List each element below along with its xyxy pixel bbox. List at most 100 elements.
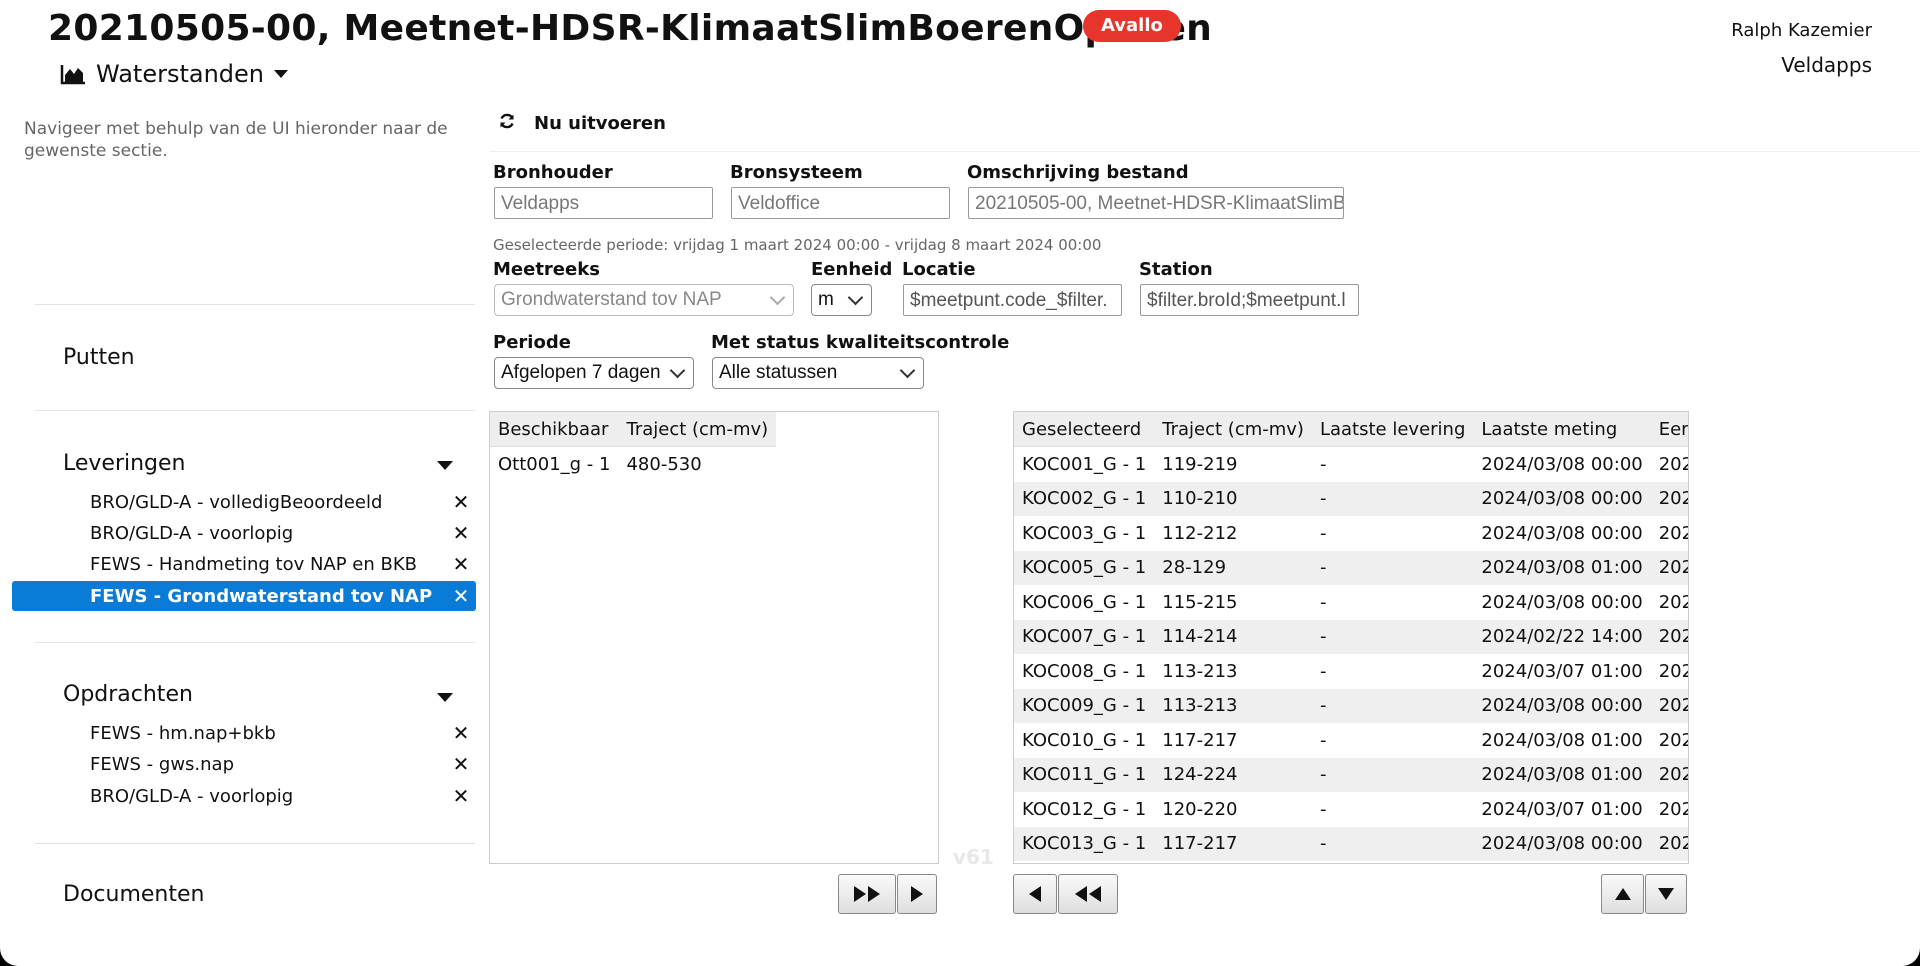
organization-name[interactable]: Veldapps — [1781, 53, 1872, 77]
table-cell: - — [1319, 729, 1327, 751]
table-row[interactable]: KOC007_G - 1114-214-2024/02/22 14:002023… — [1014, 619, 1688, 654]
play-right-icon — [911, 886, 923, 902]
module-dropdown[interactable]: Waterstanden — [60, 60, 288, 88]
section-putten[interactable]: Putten — [63, 345, 135, 370]
table-cell: 2024/03/07 01:00 — [1481, 660, 1643, 682]
bronsysteem-label: Bronsysteem — [730, 162, 863, 183]
table-cell: 124-224 — [1154, 757, 1312, 792]
table-cell: KOC002_G - 1 — [1014, 481, 1155, 516]
arrow-down-icon — [1658, 888, 1674, 900]
move-right-button[interactable] — [897, 874, 937, 914]
opdracht-item[interactable]: FEWS - gws.nap ✕ — [12, 749, 476, 779]
user-name[interactable]: Ralph Kazemier — [1731, 20, 1872, 41]
table-row[interactable]: KOC012_G - 1 120-220 - 2024/03/07 01:00 2023… — [1014, 792, 1688, 827]
table-row[interactable]: KOC010_G - 1 117-217 - 2024/03/08 01:00 2023… — [1014, 723, 1688, 758]
module-label: Waterstanden — [96, 60, 264, 88]
bronsysteem-field[interactable]: Veldoffice — [731, 187, 950, 219]
meetreeks-select[interactable]: Grondwaterstand tov NAP — [494, 284, 794, 316]
section-documenten[interactable]: Documenten — [63, 882, 204, 907]
levering-item-label: FEWS - Grondwaterstand tov NAP — [90, 585, 433, 607]
locatie-field[interactable]: $meetpunt.code_$filter. — [903, 284, 1122, 316]
table-row[interactable]: KOC005_G - 128-129-2024/03/08 01:002023/… — [1014, 550, 1688, 585]
table-cell: 2023/01/01 00:00 — [1658, 522, 1688, 544]
table-cell: KOC010_G - 1 — [1022, 729, 1147, 751]
bronhouder-field[interactable]: Veldapps — [494, 187, 713, 219]
section-opdrachten[interactable]: Opdrachten — [63, 682, 193, 707]
table-cell: - — [1319, 522, 1327, 544]
table-row[interactable]: KOC008_G - 1 113-213 - 2024/03/07 01:00 2023… — [1014, 654, 1688, 689]
column-header[interactable]: Geselecteerd — [1014, 412, 1155, 447]
table-cell: 2023/01/01 00:00 — [1650, 826, 1688, 861]
table-row[interactable]: KOC006_G - 1 115-215 - 2024/03/08 00:00 2023… — [1014, 585, 1688, 620]
table-row[interactable]: KOC001_G - 1 119-219 - 2024/03/08 00:00 2023… — [1014, 447, 1688, 482]
fast-forward-icon — [854, 886, 866, 902]
available-list[interactable]: Beschikbaar Traject (cm-mv) Ott001_g - 1… — [489, 411, 939, 864]
table-cell: 119-219 — [1162, 453, 1238, 475]
table-cell: 2024/03/08 01:00 — [1473, 550, 1651, 585]
levering-item[interactable]: BRO/GLD-A - voorlopig ✕ — [12, 518, 476, 548]
opdracht-item-label: FEWS - gws.nap — [90, 753, 234, 775]
table-cell: KOC007_G - 1 — [1014, 619, 1155, 654]
table-cell: KOC013_G - 1 — [1014, 826, 1155, 861]
table-cell: 2023/01/01 00:00 — [1658, 729, 1688, 751]
levering-item-selected[interactable]: FEWS - Grondwaterstand tov NAP ✕ — [12, 581, 476, 611]
opdracht-item-label: FEWS - hm.nap+bkb — [90, 722, 276, 744]
column-header[interactable]: Laatste levering — [1311, 412, 1474, 447]
section-leveringen[interactable]: Leveringen — [63, 451, 186, 476]
close-icon[interactable]: ✕ — [446, 752, 476, 776]
table-cell: - — [1311, 619, 1474, 654]
move-up-button[interactable] — [1601, 874, 1644, 914]
move-all-left-button[interactable] — [1058, 874, 1118, 914]
table-row[interactable]: KOC009_G - 1113-213-2024/03/08 00:002023… — [1014, 688, 1688, 723]
run-now-label: Nu uitvoeren — [534, 113, 666, 134]
close-icon[interactable]: ✕ — [446, 784, 476, 808]
table-cell: - — [1319, 591, 1327, 613]
table-row[interactable]: KOC011_G - 1124-224-2024/03/08 01:002023… — [1014, 757, 1688, 792]
status-select[interactable]: Alle statussen — [712, 357, 924, 389]
table-row[interactable]: KOC013_G - 1117-217-2024/03/08 00:002023… — [1014, 826, 1688, 861]
table-cell: 2024/03/08 01:00 — [1473, 757, 1651, 792]
table-cell: KOC008_G - 1 — [1022, 660, 1147, 682]
column-header[interactable]: Beschikbaar — [490, 412, 619, 447]
move-left-button[interactable] — [1013, 874, 1057, 914]
table-row[interactable]: KOC002_G - 1110-210-2024/03/08 00:002023… — [1014, 481, 1688, 516]
collapse-caret-icon[interactable] — [437, 693, 453, 702]
close-icon[interactable]: ✕ — [446, 721, 476, 745]
table-cell: 117-217 — [1154, 826, 1312, 861]
table-cell: 2024/03/08 01:00 — [1481, 729, 1643, 751]
column-header[interactable]: Traject (cm-mv) — [618, 412, 777, 447]
periode-value: Afgelopen 7 dagen — [501, 362, 661, 383]
periode-select[interactable]: Afgelopen 7 dagen — [494, 357, 694, 389]
omschrijving-field[interactable]: 20210505-00, Meetnet-HDSR-KlimaatSlimBoe… — [968, 187, 1344, 219]
meetreeks-label: Meetreeks — [493, 259, 600, 280]
run-now-button[interactable]: Nu uitvoeren — [498, 112, 666, 135]
available-table: Beschikbaar Traject (cm-mv) Ott001_g - 1… — [490, 412, 777, 482]
move-all-right-button[interactable] — [838, 874, 896, 914]
eenheid-select[interactable]: m — [811, 284, 872, 316]
opdracht-item[interactable]: BRO/GLD-A - voorlopig ✕ — [12, 781, 476, 811]
collapse-caret-icon[interactable] — [437, 461, 453, 470]
table-row[interactable]: Ott001_g - 1 480-530 — [490, 447, 776, 482]
station-field[interactable]: $filter.broId;$meetpunt.l — [1140, 284, 1359, 316]
levering-item[interactable]: BRO/GLD-A - volledigBeoordeeld ✕ — [12, 487, 476, 517]
close-icon[interactable]: ✕ — [446, 490, 476, 514]
selected-list[interactable]: Geselecteerd Traject (cm-mv) Laatste lev… — [1013, 411, 1689, 864]
close-icon[interactable]: ✕ — [446, 521, 476, 545]
column-header[interactable]: Laatste meting — [1473, 412, 1651, 447]
opdracht-item[interactable]: FEWS - hm.nap+bkb ✕ — [12, 718, 476, 748]
column-header[interactable]: Traject (cm-mv) — [1154, 412, 1312, 447]
column-header[interactable]: Eerste meting — [1650, 412, 1688, 447]
omschrijving-label: Omschrijving bestand — [967, 162, 1189, 183]
table-row[interactable]: KOC003_G - 1 112-212 - 2024/03/08 00:00 2023… — [1014, 516, 1688, 551]
table-cell: KOC012_G - 1 — [1022, 798, 1147, 820]
chevron-down-icon — [899, 362, 916, 379]
chevron-down-icon — [769, 289, 786, 306]
environment-badge: Avallo — [1083, 10, 1181, 42]
move-down-button[interactable] — [1645, 874, 1687, 914]
levering-item[interactable]: FEWS - Handmeting tov NAP en BKB ✕ — [12, 549, 476, 579]
table-cell: 2023/01/01 00:00 — [1650, 481, 1688, 516]
close-icon[interactable]: ✕ — [446, 584, 476, 608]
table-cell: 2023/01/01 00:00 — [1658, 798, 1688, 820]
app-window: 20210505-00, Meetnet-HDSR-KlimaatSlimBoe… — [0, 0, 1920, 966]
close-icon[interactable]: ✕ — [446, 552, 476, 576]
